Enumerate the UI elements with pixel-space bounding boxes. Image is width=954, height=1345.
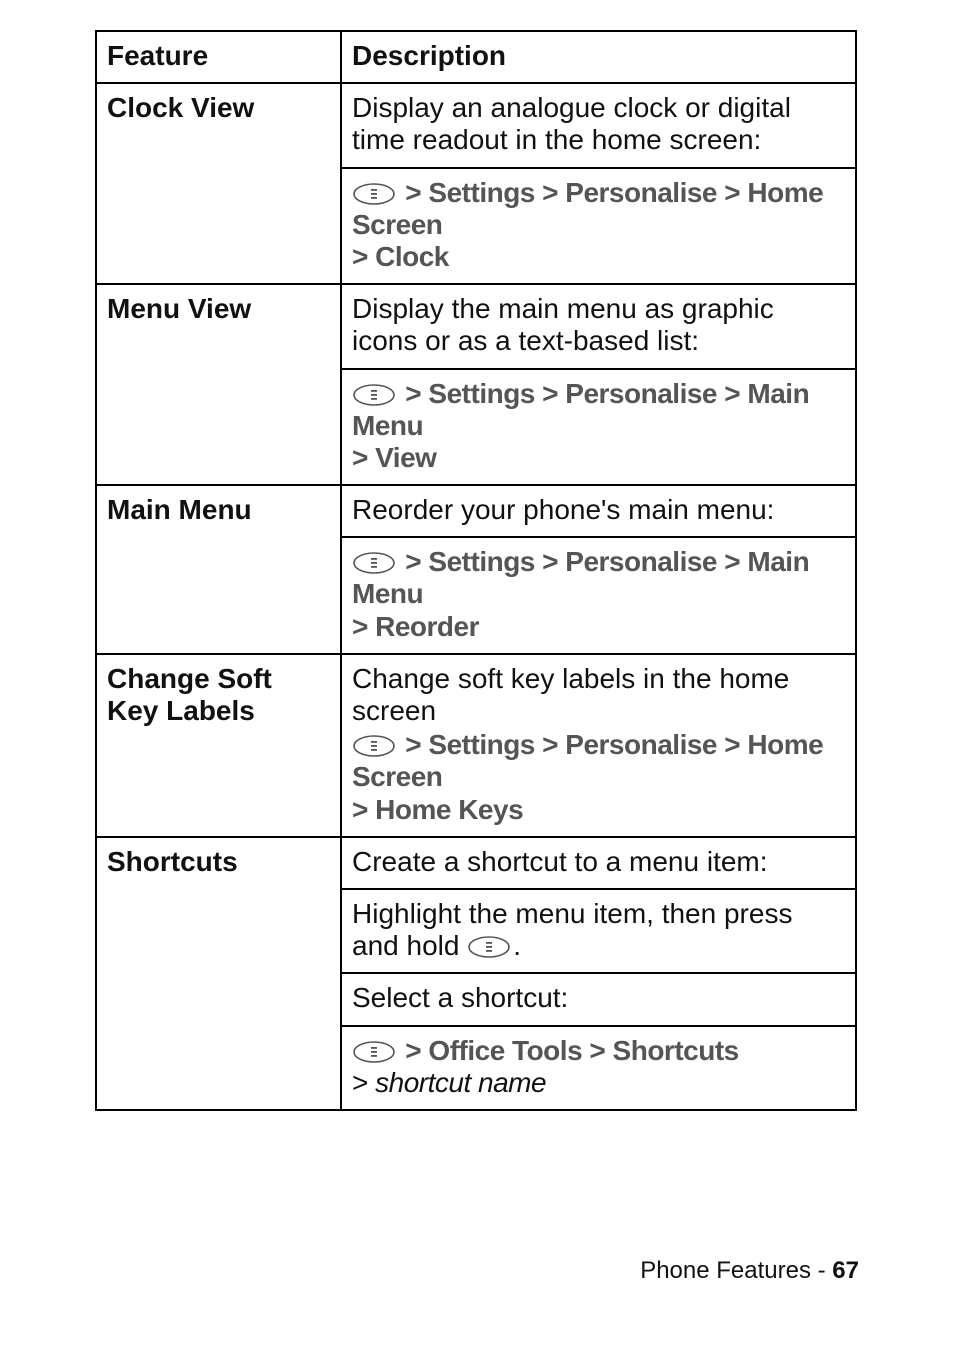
menu-key-icon — [352, 734, 396, 758]
path-cont-italic: shortcut name — [375, 1067, 546, 1098]
menu-key-icon — [467, 935, 511, 959]
desc-shortcuts-path-cell: > Office Tools > Shortcuts > shortcut na… — [341, 1026, 856, 1110]
menu-path: > Settings > Personalise > Main Menu > R… — [352, 546, 845, 643]
desc-text-part-a: Highlight the menu item, then press and … — [352, 898, 792, 961]
menu-key-icon — [352, 1040, 396, 1064]
path-prefix: > — [398, 177, 428, 208]
table-row: Change Soft Key Labels Change soft key l… — [96, 654, 856, 837]
path-cont: > Clock — [352, 241, 449, 272]
feature-main-menu: Main Menu — [96, 485, 341, 654]
page-footer: Phone Features - 67 — [640, 1257, 859, 1285]
desc-text: Display the main menu as graphic icons o… — [352, 293, 845, 357]
desc-menu-view-path-cell: > Settings > Personalise > Main Menu > V… — [341, 369, 856, 486]
path-cont-prefix: > — [352, 1067, 375, 1098]
menu-path: > Office Tools > Shortcuts > shortcut na… — [352, 1035, 845, 1099]
feature-shortcuts: Shortcuts — [96, 837, 341, 1110]
path-main: Office Tools > Shortcuts — [428, 1035, 738, 1066]
menu-path: > Settings > Personalise > Main Menu > V… — [352, 378, 845, 475]
desc-text: Select a shortcut: — [352, 982, 845, 1014]
desc-menu-view-intro-cell: Display the main menu as graphic icons o… — [341, 284, 856, 368]
header-description: Description — [341, 31, 856, 83]
menu-key-icon — [352, 383, 396, 407]
desc-clock-view-path-cell: > Settings > Personalise > Home Screen >… — [341, 168, 856, 285]
path-prefix: > — [398, 729, 428, 760]
desc-shortcuts-select-cell: Select a shortcut: — [341, 973, 856, 1025]
feature-table: Feature Description Clock View Display a… — [95, 30, 857, 1111]
path-prefix: > — [398, 1035, 428, 1066]
desc-main-menu-intro-cell: Reorder your phone's main menu: — [341, 485, 856, 537]
footer-section: Phone Features - — [640, 1257, 832, 1284]
feature-clock-view: Clock View — [96, 83, 341, 284]
menu-path: > Settings > Personalise > Home Screen >… — [352, 729, 845, 826]
header-feature: Feature — [96, 31, 341, 83]
feature-menu-view: Menu View — [96, 284, 341, 485]
path-cont: > Home Keys — [352, 794, 523, 825]
path-cont: > Reorder — [352, 611, 479, 642]
desc-change-soft-key-cell: Change soft key labels in the home scree… — [341, 654, 856, 837]
menu-key-icon — [352, 551, 396, 575]
menu-path: > Settings > Personalise > Home Screen >… — [352, 177, 845, 274]
table-header-row: Feature Description — [96, 31, 856, 83]
desc-text: Highlight the menu item, then press and … — [352, 898, 845, 962]
table-row: Main Menu Reorder your phone's main menu… — [96, 485, 856, 537]
desc-text: Reorder your phone's main menu: — [352, 494, 845, 526]
desc-shortcuts-hold-cell: Highlight the menu item, then press and … — [341, 889, 856, 973]
menu-key-icon — [352, 182, 396, 206]
feature-change-soft-key-labels: Change Soft Key Labels — [96, 654, 341, 837]
desc-text-part-b: . — [513, 930, 521, 961]
path-cont: > View — [352, 442, 436, 473]
desc-text: Create a shortcut to a menu item: — [352, 846, 845, 878]
footer-page-number: 67 — [832, 1257, 859, 1284]
desc-text: Display an analogue clock or digital tim… — [352, 92, 845, 156]
table-row: Shortcuts Create a shortcut to a menu it… — [96, 837, 856, 889]
path-prefix: > — [398, 378, 428, 409]
desc-text: Change soft key labels in the home scree… — [352, 663, 845, 727]
desc-main-menu-path-cell: > Settings > Personalise > Main Menu > R… — [341, 537, 856, 654]
table-row: Menu View Display the main menu as graph… — [96, 284, 856, 368]
desc-clock-view-intro-cell: Display an analogue clock or digital tim… — [341, 83, 856, 167]
table-row: Clock View Display an analogue clock or … — [96, 83, 856, 167]
path-prefix: > — [398, 546, 428, 577]
desc-shortcuts-intro-cell: Create a shortcut to a menu item: — [341, 837, 856, 889]
